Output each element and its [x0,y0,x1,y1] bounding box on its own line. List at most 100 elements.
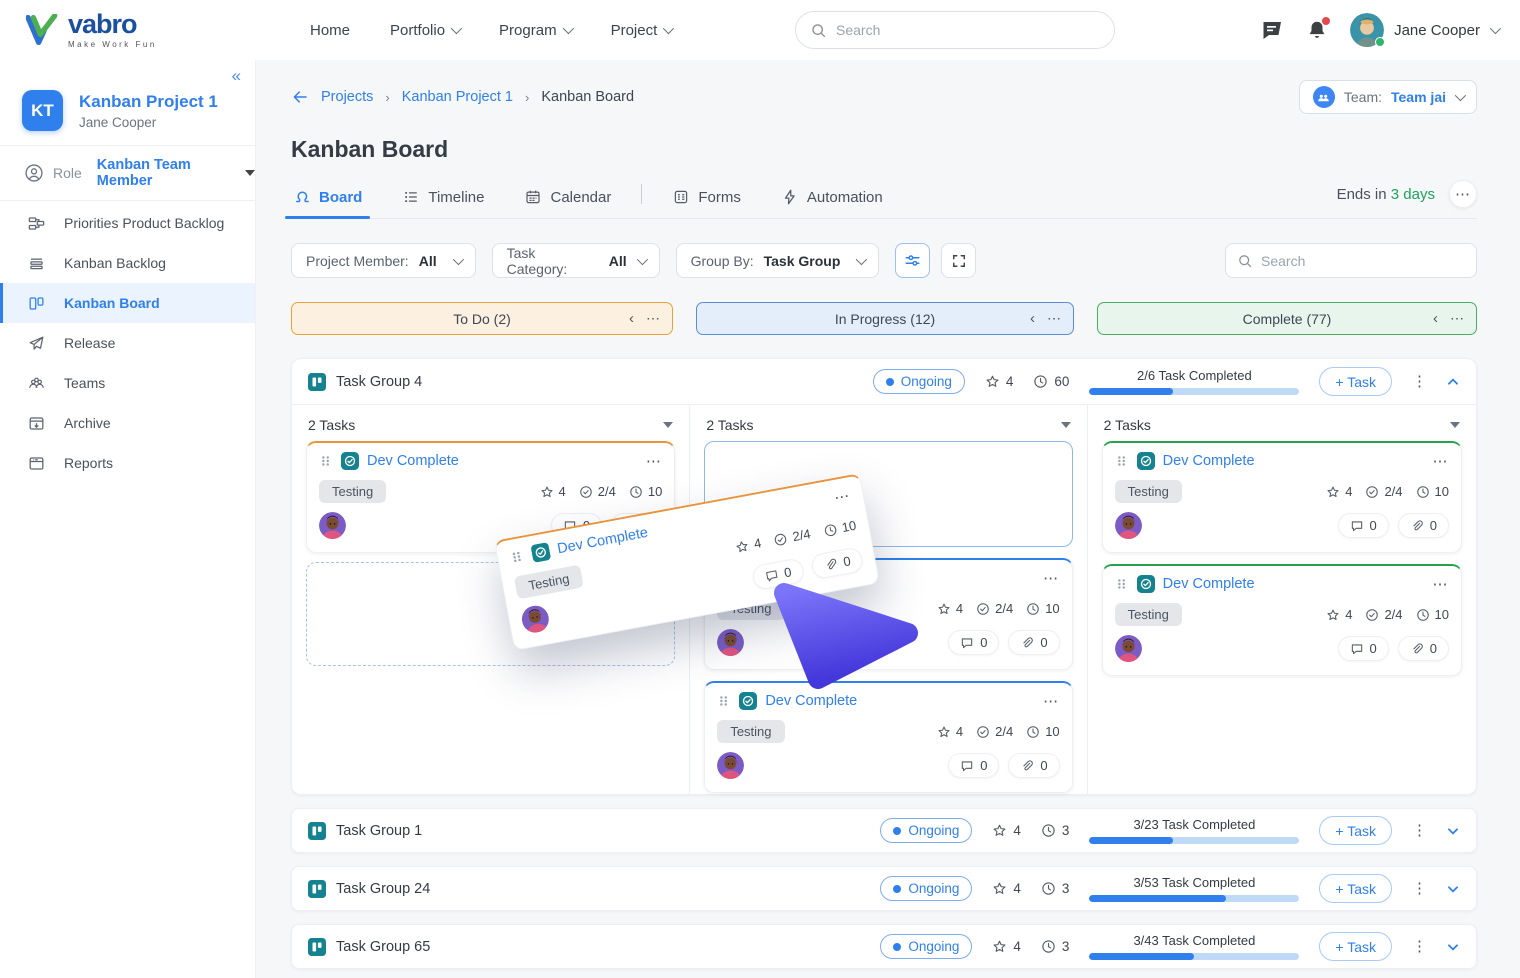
back-arrow-icon[interactable] [291,88,309,106]
status-badge[interactable]: Ongoing [873,369,965,394]
sidebar-item-kanban-board[interactable]: Kanban Board [0,283,255,323]
drag-handle-icon[interactable] [509,549,525,565]
tab-timeline[interactable]: Timeline [400,188,486,218]
group-menu-button[interactable]: ⋮ [1412,886,1426,891]
notifications-button[interactable] [1306,19,1328,41]
sidebar-collapse-button[interactable]: « [232,66,241,86]
board-more-button[interactable]: ⋯ [1449,180,1477,208]
filter-task-category[interactable]: Task Category:All [492,243,660,278]
clock-icon [1026,602,1040,616]
card-menu-button[interactable]: ⋯ [1433,575,1450,593]
status-badge[interactable]: Ongoing [880,876,972,901]
assignee-avatar[interactable] [717,752,744,779]
breadcrumb-projects[interactable]: Projects [321,89,373,105]
card-menu-button[interactable]: ⋯ [833,486,853,507]
checklist-stat: 2/4 [579,484,616,499]
sidebar-item-priorities-product-backlog[interactable]: Priorities Product Backlog [0,203,255,243]
add-task-button[interactable]: + Task [1319,367,1392,396]
global-search[interactable] [795,11,1115,49]
board-search[interactable] [1225,243,1477,278]
card-title-link[interactable]: Dev Complete [1163,576,1255,592]
tab-forms[interactable]: Forms [670,188,743,218]
column-header-complete[interactable]: Complete (77) ‹⋯ [1097,302,1477,335]
nav-project[interactable]: Project [611,22,672,39]
assignee-avatar[interactable] [717,629,744,656]
task-group-65[interactable]: Task Group 65 Ongoing 4 3 3/43 Task Comp… [291,924,1477,969]
sidebar-item-archive[interactable]: Archive [0,403,255,443]
collapse-column-icon[interactable]: ‹ [1433,310,1438,327]
breadcrumb-project[interactable]: Kanban Project 1 [402,89,513,105]
drag-handle-icon[interactable] [1115,454,1129,468]
task-card[interactable]: Dev Complete ⋯ Testing 4 2/4 10 [1102,441,1462,553]
sidebar-item-kanban-backlog[interactable]: Kanban Backlog [0,243,255,283]
task-group-name[interactable]: Task Group 4 [308,373,422,391]
assignee-avatar[interactable] [1115,512,1142,539]
tab-board[interactable]: Board [291,188,364,218]
task-card[interactable]: Dev Complete ⋯ Testing 4 2/4 10 [704,681,1072,793]
filter-group-by[interactable]: Group By:Task Group [676,243,880,278]
task-group-icon [308,373,326,391]
filter-project-member[interactable]: Project Member:All [291,243,476,278]
task-card[interactable]: Dev Complete ⋯ Testing 4 2/4 10 [1102,564,1462,676]
expand-group-icon[interactable] [1446,940,1460,954]
card-menu-button[interactable]: ⋯ [1043,569,1060,587]
nav-portfolio[interactable]: Portfolio [390,22,459,39]
task-type-icon [530,542,551,563]
board-search-input[interactable] [1261,253,1465,269]
drag-handle-icon[interactable] [319,454,333,468]
task-group-name[interactable]: Task Group 24 [308,880,430,898]
collapse-column-icon[interactable]: ‹ [1030,310,1035,327]
clock-icon [1416,485,1430,499]
column-menu-icon[interactable]: ⋯ [646,310,660,327]
column-task-count[interactable]: 2 Tasks [704,415,1072,441]
status-badge[interactable]: Ongoing [880,934,972,959]
messages-icon[interactable] [1260,18,1284,42]
add-task-button[interactable]: + Task [1319,932,1392,961]
vabro-logo[interactable]: vabro Make Work Fun [0,11,256,49]
assignee-avatar[interactable] [319,512,346,539]
sidebar-item-reports[interactable]: Reports [0,443,255,483]
task-group-name[interactable]: Task Group 65 [308,938,430,956]
user-menu[interactable]: Jane Cooper [1350,13,1498,47]
column-task-count[interactable]: 2 Tasks [1102,415,1462,441]
collapse-column-icon[interactable]: ‹ [629,310,634,327]
global-search-input[interactable] [836,22,1100,38]
column-menu-icon[interactable]: ⋯ [1450,310,1464,327]
add-task-button[interactable]: + Task [1319,874,1392,903]
column-header-in-progress[interactable]: In Progress (12) ‹⋯ [696,302,1074,335]
tab-automation[interactable]: Automation [779,188,885,218]
card-menu-button[interactable]: ⋯ [1433,452,1450,470]
nav-program[interactable]: Program [499,22,571,39]
group-menu-button[interactable]: ⋮ [1412,828,1426,833]
card-title-link[interactable]: Dev Complete [556,525,649,557]
fullscreen-button[interactable] [941,243,976,278]
team-selector[interactable]: Team: Team jai [1299,80,1477,114]
nav-home[interactable]: Home [310,22,350,39]
board-settings-button[interactable] [895,243,930,278]
column-menu-icon[interactable]: ⋯ [1047,310,1061,327]
card-title-link[interactable]: Dev Complete [1163,453,1255,469]
card-title-link[interactable]: Dev Complete [367,453,459,469]
expand-group-icon[interactable] [1446,824,1460,838]
task-group-24[interactable]: Task Group 24 Ongoing 4 3 3/53 Task Comp… [291,866,1477,911]
role-selector[interactable]: Role Kanban Team Member [0,146,255,200]
group-menu-button[interactable]: ⋮ [1412,379,1426,384]
status-badge[interactable]: Ongoing [880,818,972,843]
card-menu-button[interactable]: ⋯ [1043,692,1060,710]
tab-calendar[interactable]: Calendar [522,188,613,218]
group-menu-button[interactable]: ⋮ [1412,944,1426,949]
sidebar-item-teams[interactable]: Teams [0,363,255,403]
column-task-count[interactable]: 2 Tasks [306,415,675,441]
task-group-1[interactable]: Task Group 1 Ongoing 4 3 3/23 Task Compl… [291,808,1477,853]
expand-group-icon[interactable] [1446,882,1460,896]
collapse-group-icon[interactable] [1446,375,1460,389]
task-group-name[interactable]: Task Group 1 [308,822,422,840]
project-header[interactable]: KT Kanban Project 1 Jane Cooper [0,60,255,145]
add-task-button[interactable]: + Task [1319,816,1392,845]
card-menu-button[interactable]: ⋯ [646,452,663,470]
column-header-todo[interactable]: To Do (2) ‹⋯ [291,302,673,335]
sidebar-item-release[interactable]: Release [0,323,255,363]
drag-handle-icon[interactable] [1115,577,1129,591]
drag-handle-icon[interactable] [717,694,731,708]
assignee-avatar[interactable] [1115,635,1142,662]
